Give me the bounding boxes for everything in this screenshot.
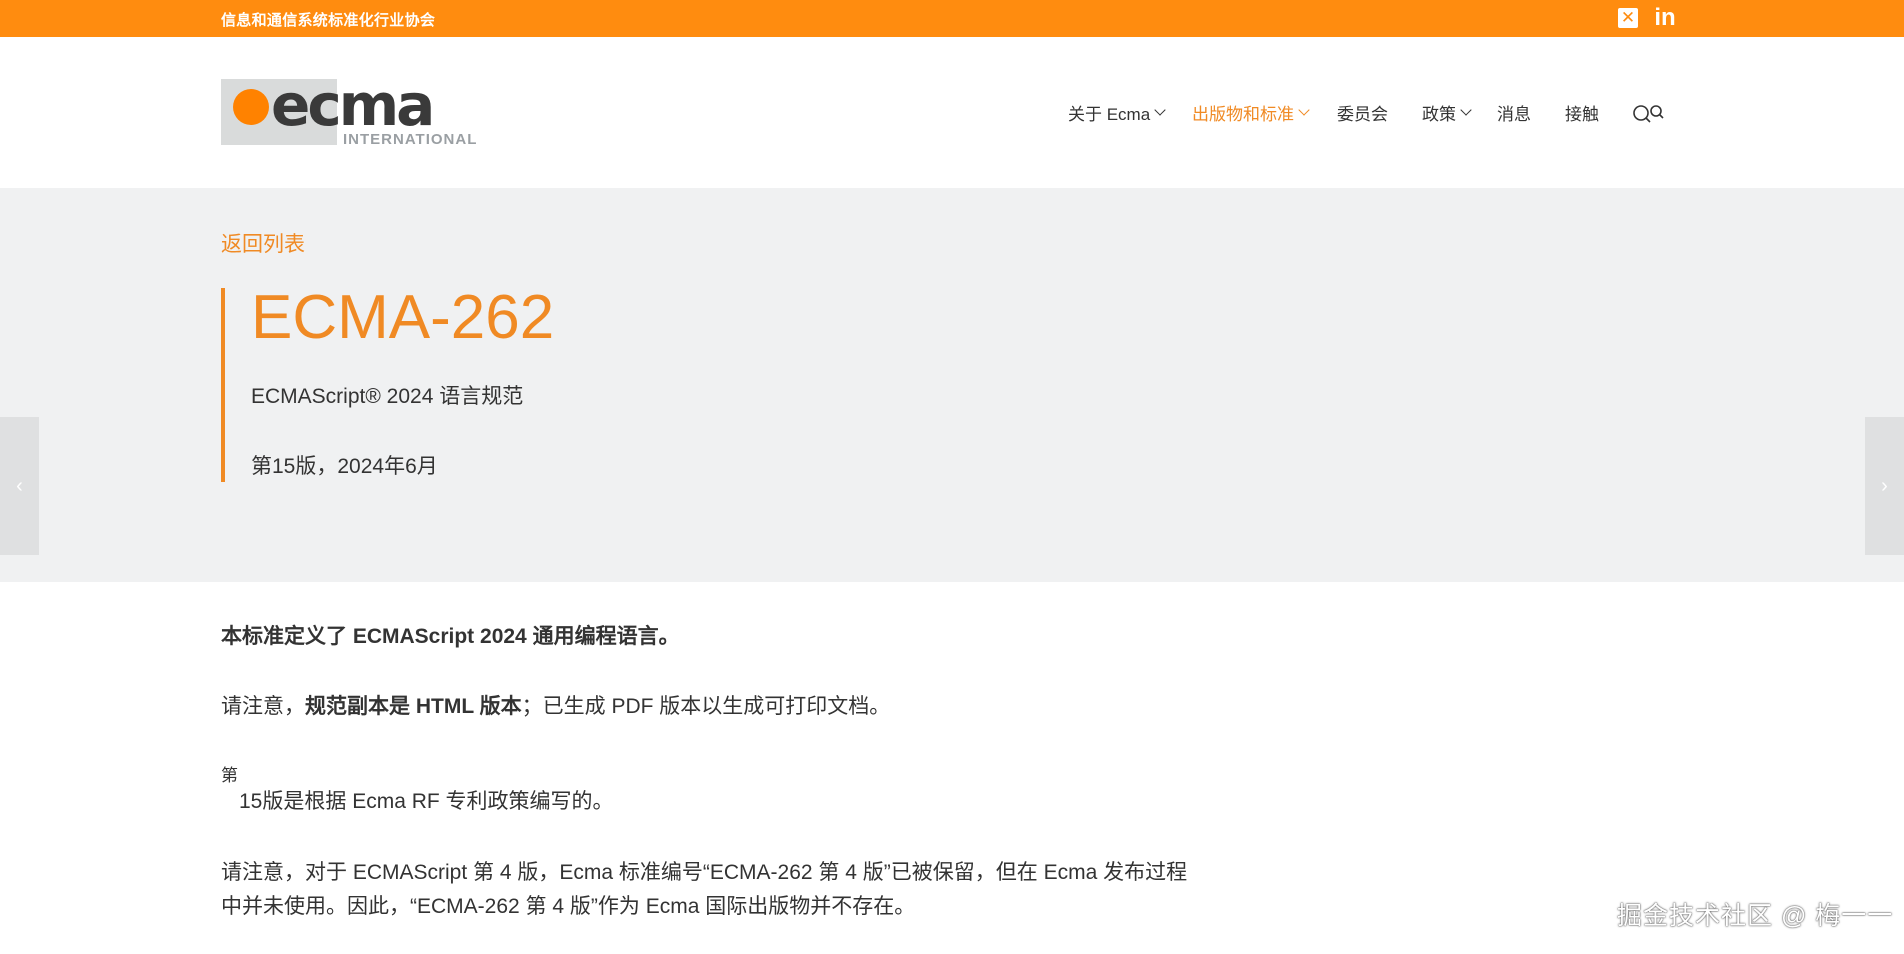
- logo-dot: [233, 89, 269, 125]
- nav-about[interactable]: 关于 Ecma: [1068, 100, 1166, 125]
- edition-sup: 第: [221, 766, 238, 785]
- top-bar: 信息和通信系统标准化行业协会 ✕ in: [0, 0, 1904, 37]
- search-icon[interactable]: [1632, 103, 1672, 123]
- patent-paragraph: 15版是根据 Ecma RF 专利政策编写的。: [239, 790, 614, 813]
- logo-subtitle: INTERNATIONAL: [343, 131, 478, 148]
- nav-committees-label: 委员会: [1337, 105, 1388, 124]
- ecma-logo[interactable]: ecma INTERNATIONAL: [221, 71, 476, 149]
- x-glyph: ✕: [1620, 8, 1636, 27]
- edition-info: 第15版，2024年6月: [251, 455, 438, 478]
- nav-news[interactable]: 消息: [1497, 100, 1531, 125]
- nav-committees[interactable]: 委员会: [1337, 100, 1388, 125]
- chevron-down-icon: [1154, 104, 1166, 116]
- chevron-down-icon: [1298, 104, 1310, 116]
- back-to-list-link[interactable]: 返回列表: [221, 228, 305, 258]
- chevron-down-icon: [1460, 104, 1472, 116]
- html-note-bold: 规范副本是 HTML 版本: [305, 695, 522, 718]
- nav-publications[interactable]: 出版物和标准: [1192, 100, 1310, 125]
- intro-paragraph: 本标准定义了 ECMAScript 2024 通用编程语言。: [221, 625, 680, 648]
- page-title: ECMA-262: [251, 283, 555, 352]
- fourth-edition-paragraph: 请注意，对于 ECMAScript 第 4 版，Ecma 标准编号“ECMA-2…: [221, 861, 1188, 918]
- watermark: 掘金技术社区 @ 梅一一: [1617, 902, 1894, 930]
- logo-word: ecma: [271, 71, 435, 139]
- hero-section: 返回列表 ECMA-262 ECMAScript® 2024 语言规范 第15版…: [0, 188, 1904, 582]
- nav-news-label: 消息: [1497, 105, 1531, 124]
- org-name: 信息和通信系统标准化行业协会: [221, 12, 436, 29]
- html-note-paragraph: 请注意，规范副本是 HTML 版本；已生成 PDF 版本以生成可打印文档。: [221, 690, 890, 724]
- nav-contact[interactable]: 接触: [1565, 100, 1599, 125]
- nav-contact-label: 接触: [1565, 105, 1599, 124]
- hero-block: ECMA-262 ECMAScript® 2024 语言规范 第15版，2024…: [221, 283, 925, 482]
- page-subtitle: ECMAScript® 2024 语言规范: [251, 385, 524, 408]
- next-arrow[interactable]: ›: [1865, 417, 1904, 555]
- nav-policies-label: 政策: [1422, 105, 1456, 124]
- x-icon[interactable]: ✕: [1618, 8, 1638, 28]
- nav-publications-label: 出版物和标准: [1192, 105, 1294, 124]
- site-header: ecma INTERNATIONAL: [0, 37, 1904, 188]
- nav-policies[interactable]: 政策: [1422, 100, 1472, 125]
- prev-arrow[interactable]: ‹: [0, 417, 39, 555]
- html-note-suffix: ；已生成 PDF 版本以生成可打印文档。: [521, 695, 891, 718]
- html-note-prefix: 请注意，: [221, 695, 305, 718]
- nav-about-label: 关于 Ecma: [1068, 105, 1151, 124]
- linkedin-icon[interactable]: in: [1652, 6, 1678, 30]
